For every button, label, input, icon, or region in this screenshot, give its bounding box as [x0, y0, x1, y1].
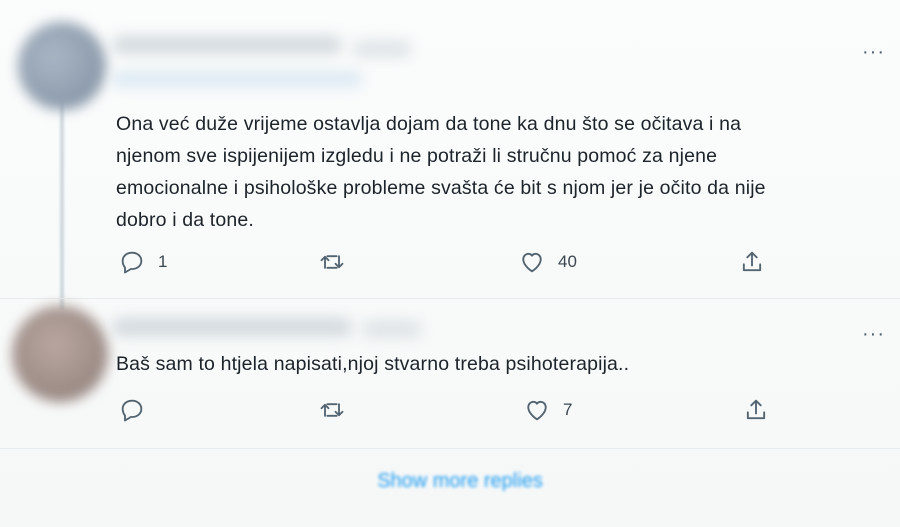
avatar[interactable] [12, 306, 108, 402]
tweet-text: Ona već duže vrijeme ostavlja dojam da t… [116, 113, 766, 231]
display-name-blurred[interactable] [112, 36, 342, 54]
more-options-icon[interactable]: ··· [862, 324, 885, 344]
share-icon [746, 399, 766, 420]
reply-button[interactable] [118, 396, 158, 424]
replying-to-blurred[interactable] [112, 72, 362, 86]
tweet-text: Baš sam to htjela napisati,njoj stvarno … [116, 353, 630, 375]
retweet-button[interactable] [318, 248, 346, 276]
like-icon [527, 400, 547, 421]
tweet-thread: ··· Ona već duže vrijeme ostavlja dojam … [0, 0, 900, 527]
display-name-blurred[interactable] [112, 318, 352, 336]
reply-icon [121, 399, 143, 422]
like-count: 7 [563, 400, 573, 419]
share-button[interactable] [738, 248, 766, 276]
reply-button[interactable]: 1 [118, 248, 167, 276]
reply-count: 1 [158, 252, 168, 271]
reply-tweet-1[interactable]: ··· Ona već duže vrijeme ostavlja dojam … [0, 0, 900, 300]
divider [0, 298, 900, 299]
reply-icon [121, 251, 143, 274]
reply-tweet-2[interactable]: ··· Baš sam to htjela napisati,njoj stva… [0, 300, 900, 450]
avatar[interactable] [18, 22, 106, 110]
username-blurred[interactable] [362, 320, 422, 338]
share-icon [742, 251, 762, 272]
username-blurred[interactable] [352, 40, 412, 58]
divider [0, 448, 900, 449]
retweet-icon [320, 255, 344, 269]
like-button[interactable]: 7 [523, 396, 572, 424]
like-icon [522, 252, 542, 273]
like-button[interactable]: 40 [518, 248, 577, 276]
more-options-icon[interactable]: ··· [862, 42, 885, 62]
show-more-replies-link[interactable]: Show more replies [340, 470, 580, 493]
retweet-icon [320, 403, 344, 417]
share-button[interactable] [742, 396, 770, 424]
like-count: 40 [558, 252, 577, 271]
retweet-button[interactable] [318, 396, 346, 424]
